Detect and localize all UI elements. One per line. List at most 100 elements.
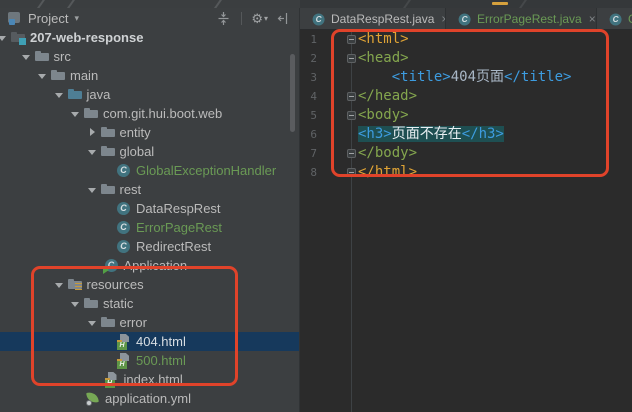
- cropped-toolbar-left: [0, 0, 300, 8]
- tree-item-207-web-response[interactable]: 207-web-response: [0, 28, 299, 47]
- tree-item-globalexceptionhandler[interactable]: CGlobalExceptionHandler: [0, 161, 299, 180]
- folder-icon: [83, 294, 100, 313]
- tree-item-error[interactable]: error: [0, 313, 299, 332]
- folder-res-icon: [67, 275, 84, 294]
- code-token: <body>: [358, 107, 409, 123]
- code-text: </body>: [358, 144, 417, 163]
- tree-item-label: com.git.hui.boot.web: [103, 104, 222, 123]
- code-line-5[interactable]: 5 <body>: [300, 106, 632, 125]
- tree-item-src[interactable]: src: [0, 47, 299, 66]
- code-token: <head>: [358, 50, 409, 66]
- code-token: 页面不存在: [392, 126, 462, 142]
- code-text: <h3>页面不存在</h3>: [358, 125, 504, 144]
- code-line-1[interactable]: 1 <html>: [300, 30, 632, 49]
- code-line-4[interactable]: 4</head>: [300, 87, 632, 106]
- project-badge-decoration: [19, 38, 26, 45]
- tree-item-dataresprest[interactable]: CDataRespRest: [0, 199, 299, 218]
- tree-item-application-yml[interactable]: application.yml: [0, 389, 299, 408]
- tree-item-global[interactable]: global: [0, 142, 299, 161]
- class-icon: C: [116, 199, 133, 218]
- tree-item-rest[interactable]: rest: [0, 180, 299, 199]
- chevron-down-icon[interactable]: [52, 85, 67, 104]
- ide-window: Project ▾ ⚙ ▾: [0, 0, 632, 412]
- class-icon: C: [116, 218, 133, 237]
- code-line-8[interactable]: 8</html>: [300, 163, 632, 182]
- line-number: 3: [300, 68, 317, 87]
- class-icon: C: [609, 10, 625, 27]
- fold-marker-icon[interactable]: [347, 149, 356, 158]
- code-text: <html>: [358, 30, 409, 49]
- tree-item-label: 500.html: [136, 351, 186, 370]
- line-number: 1: [300, 30, 317, 49]
- tree-scrollbar-thumb[interactable]: [290, 54, 295, 132]
- tab-label: ErrorPageRest.java: [477, 12, 582, 26]
- editor-area: CDataRespRest.java×CErrorPageRest.java×C…: [300, 8, 632, 412]
- code-line-7[interactable]: 7</body>: [300, 144, 632, 163]
- tree-item-static[interactable]: static: [0, 294, 299, 313]
- folder-icon: [100, 123, 117, 142]
- class-letter: C: [117, 202, 130, 215]
- tree-item-500-html[interactable]: H 500.html: [0, 351, 299, 370]
- folder-icon: [100, 313, 117, 332]
- html-icon: H: [116, 332, 133, 351]
- tree-item-404-html[interactable]: H404.html: [0, 332, 299, 351]
- chevron-down-icon[interactable]: [35, 66, 50, 85]
- fold-marker-icon[interactable]: [347, 35, 356, 44]
- code-line-2[interactable]: 2<head>: [300, 49, 632, 68]
- tree-item-label: index.html: [124, 370, 183, 389]
- editor-tab-dataresprest-java[interactable]: CDataRespRest.java×: [300, 8, 446, 30]
- tree-item-java[interactable]: java: [0, 85, 299, 104]
- arrow-spacer: [101, 237, 116, 256]
- code-line-3[interactable]: 3 <title>404页面</title>: [300, 68, 632, 87]
- tree-item-index-html[interactable]: Hindex.html: [0, 370, 299, 389]
- editor-tab-g[interactable]: CG: [597, 8, 632, 30]
- code-text: <head>: [358, 49, 409, 68]
- tree-item-label: Application: [124, 256, 188, 275]
- code-token: </body>: [358, 145, 417, 161]
- chevron-down-icon[interactable]: [68, 294, 83, 313]
- folder-icon: [50, 66, 67, 85]
- arrow-spacer: [101, 351, 116, 370]
- code-token: <html>: [358, 31, 409, 47]
- code-line-6[interactable]: 6 <h3>页面不存在</h3>: [300, 125, 632, 144]
- tree-item-label: main: [70, 66, 98, 85]
- tree-item-resources[interactable]: resources: [0, 275, 299, 294]
- fold-marker-icon[interactable]: [347, 168, 356, 177]
- chevron-down-icon[interactable]: [85, 180, 100, 199]
- code-token: <title>: [392, 69, 451, 85]
- tree-item-application[interactable]: CApplication: [0, 256, 299, 275]
- tree-item-label: src: [54, 47, 71, 66]
- chevron-down-icon[interactable]: [85, 313, 100, 332]
- tree-item-entity[interactable]: entity: [0, 123, 299, 142]
- tree-item-redirectrest[interactable]: CRedirectRest: [0, 237, 299, 256]
- tree-item-com-git-hui-boot-web[interactable]: com.git.hui.boot.web: [0, 104, 299, 123]
- tree-item-errorpagerest[interactable]: CErrorPageRest: [0, 218, 299, 237]
- folder-icon: [83, 104, 100, 123]
- spring-gear-decoration: [86, 400, 92, 406]
- editor-tab-errorpagerest-java[interactable]: C ErrorPageRest.java ×: [446, 8, 597, 30]
- chevron-down-icon[interactable]: [0, 28, 10, 47]
- chevron-right-icon[interactable]: [85, 123, 100, 142]
- code-text: </html>: [358, 163, 417, 182]
- chevron-down-icon[interactable]: [68, 104, 83, 123]
- chevron-down-icon[interactable]: [52, 275, 67, 294]
- line-number: 6: [300, 125, 317, 144]
- code-area[interactable]: 1 <html> 2<head>3 <title>404页面</title>4</h…: [300, 30, 632, 182]
- code-text: <body>: [358, 106, 409, 125]
- accent-dash-marker: [492, 2, 508, 5]
- html-letter: H: [117, 361, 127, 369]
- folder-icon: [100, 142, 117, 161]
- fold-marker-icon[interactable]: [347, 92, 356, 101]
- folder-src-icon: [67, 85, 84, 104]
- line-number: 5: [300, 106, 317, 125]
- code-token: </head>: [358, 88, 417, 104]
- class-letter: C: [459, 13, 471, 25]
- fold-marker-icon[interactable]: [347, 111, 356, 120]
- fold-marker-icon[interactable]: [347, 54, 356, 63]
- tree-item-main[interactable]: main: [0, 66, 299, 85]
- tab-close-icon[interactable]: ×: [589, 13, 596, 25]
- project-icon: [10, 28, 27, 47]
- code-token: </html>: [358, 164, 417, 180]
- chevron-down-icon[interactable]: [85, 142, 100, 161]
- chevron-down-icon[interactable]: [19, 47, 34, 66]
